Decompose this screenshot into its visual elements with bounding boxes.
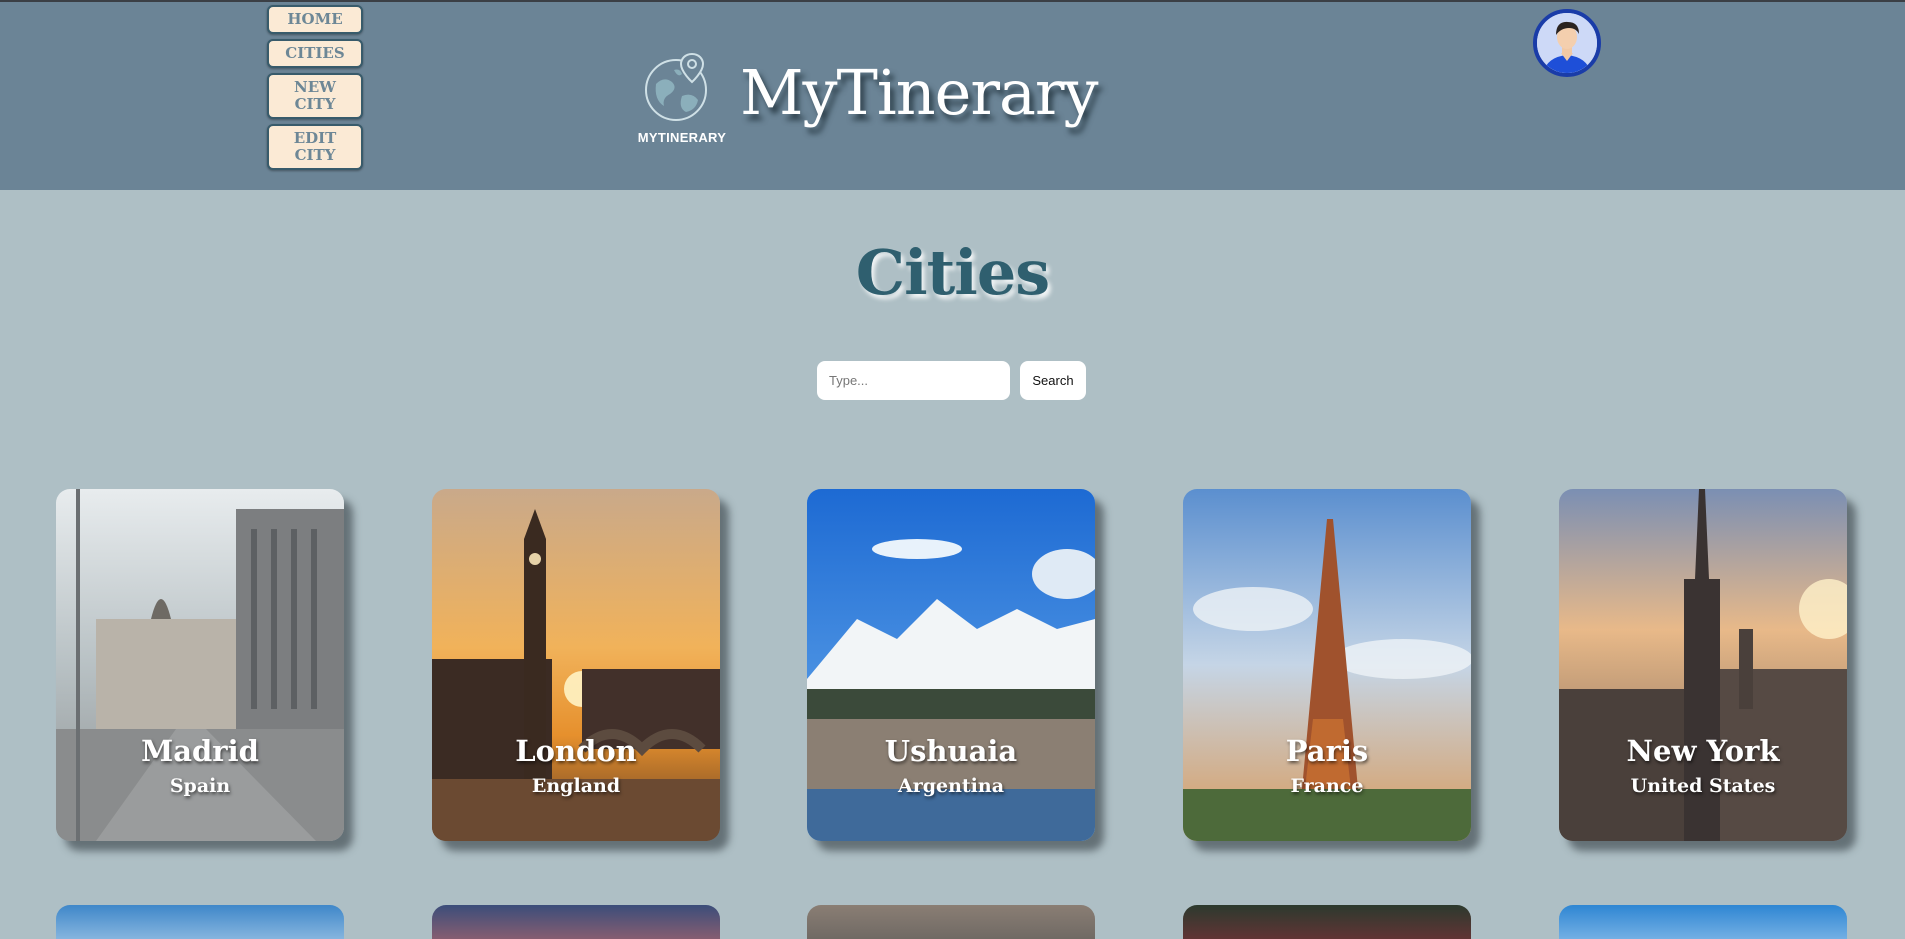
main-nav: HOME CITIES NEW CITY EDIT CITY	[267, 5, 363, 170]
city-card-row2-4[interactable]	[1183, 905, 1471, 939]
city-name: Ushuaia	[884, 734, 1018, 768]
nav-new-city-button[interactable]: NEW CITY	[267, 73, 363, 119]
globe-pin-logo-icon	[645, 52, 707, 121]
city-card-new-york[interactable]: New York United States	[1559, 489, 1847, 841]
user-avatar-icon[interactable]	[1533, 9, 1601, 77]
city-name: Paris	[1285, 734, 1369, 768]
city-name: New York	[1626, 734, 1780, 768]
city-card-paris[interactable]: Paris France	[1183, 489, 1471, 841]
site-logo[interactable]: MYTINERARY	[634, 50, 730, 150]
city-card-row2-3[interactable]	[807, 905, 1095, 939]
city-country: England	[531, 775, 621, 797]
city-card-row2-2[interactable]	[432, 905, 720, 939]
site-header: HOME CITIES NEW CITY EDIT CITY MYTINERAR…	[0, 2, 1905, 190]
search-button[interactable]: Search	[1020, 361, 1086, 400]
city-country: United States	[1630, 775, 1776, 797]
city-country: Argentina	[897, 775, 1005, 797]
city-card-row2-1[interactable]	[56, 905, 344, 939]
brand-title: MyTinerary	[740, 56, 1099, 129]
city-card-ushuaia[interactable]: Ushuaia Argentina	[807, 489, 1095, 841]
nav-home-button[interactable]: HOME	[267, 5, 363, 34]
page-title: Cities	[855, 236, 1050, 309]
city-country: Spain	[169, 775, 231, 797]
city-card-row2-5[interactable]	[1559, 905, 1847, 939]
city-card-london[interactable]: London England	[432, 489, 720, 841]
nav-cities-button[interactable]: CITIES	[267, 39, 363, 68]
city-country: France	[1290, 775, 1364, 797]
city-card-madrid[interactable]: Madrid Spain	[56, 489, 344, 841]
city-name: London	[515, 734, 637, 768]
nav-edit-city-button[interactable]: EDIT CITY	[267, 124, 363, 170]
city-name: Madrid	[141, 734, 259, 768]
logo-wordmark: MYTINERARY	[637, 130, 727, 145]
search-input[interactable]	[817, 361, 1010, 400]
